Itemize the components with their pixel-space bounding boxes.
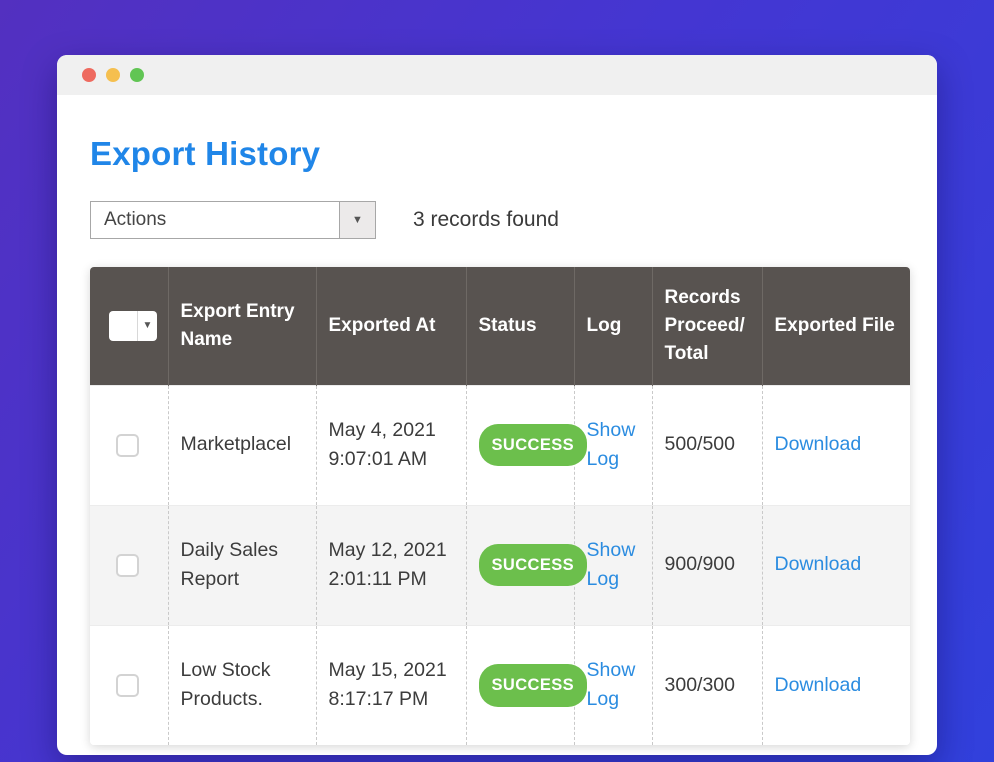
status-badge: SUCCESS — [479, 544, 588, 587]
download-link[interactable]: Download — [775, 553, 862, 575]
page-title: Export History — [90, 135, 907, 173]
chevron-down-icon[interactable]: ▼ — [138, 311, 157, 341]
cell-file: Download — [762, 625, 910, 745]
cell-records: 300/300 — [652, 625, 762, 745]
select-all-checkbox[interactable] — [109, 311, 137, 341]
status-badge: SUCCESS — [479, 664, 588, 707]
records-count: 3 records found — [413, 208, 559, 232]
close-button[interactable] — [82, 68, 96, 82]
cell-exported-at: May 12, 2021 2:01:11 PM — [316, 505, 466, 625]
table-row: Low Stock Products. May 15, 2021 8:17:17… — [90, 625, 910, 745]
cell-records: 900/900 — [652, 505, 762, 625]
chevron-down-icon: ▼ — [352, 215, 363, 226]
download-link[interactable]: Download — [775, 674, 862, 696]
column-header-records: Records Proceed/ Total — [652, 267, 762, 385]
table-row: Daily Sales Report May 12, 2021 2:01:11 … — [90, 505, 910, 625]
cell-file: Download — [762, 505, 910, 625]
table-header-row: ▼ Export Entry Name Exported At Status L… — [90, 267, 910, 385]
select-all-control[interactable]: ▼ — [109, 311, 157, 341]
actions-dropdown[interactable]: Actions ▼ — [90, 201, 376, 239]
cell-file: Download — [762, 385, 910, 505]
cell-select — [90, 385, 168, 505]
cell-entry-name: Marketplacel — [168, 385, 316, 505]
cell-select — [90, 505, 168, 625]
cell-status: SUCCESS — [466, 505, 574, 625]
minimize-button[interactable] — [106, 68, 120, 82]
toolbar: Actions ▼ 3 records found — [90, 201, 907, 239]
row-checkbox[interactable] — [116, 674, 139, 697]
status-badge: SUCCESS — [479, 424, 588, 467]
show-log-link[interactable]: Show Log — [587, 539, 636, 590]
actions-dropdown-value[interactable]: Actions — [90, 201, 340, 239]
cell-status: SUCCESS — [466, 625, 574, 745]
cell-records: 500/500 — [652, 385, 762, 505]
show-log-link[interactable]: Show Log — [587, 419, 636, 470]
table-row: Marketplacel May 4, 2021 9:07:01 AM SUCC… — [90, 385, 910, 505]
column-header-status: Status — [466, 267, 574, 385]
download-link[interactable]: Download — [775, 433, 862, 455]
cell-entry-name: Daily Sales Report — [168, 505, 316, 625]
page-content: Export History Actions ▼ 3 records found — [57, 95, 937, 745]
export-history-table: ▼ Export Entry Name Exported At Status L… — [90, 267, 910, 745]
actions-dropdown-button[interactable]: ▼ — [339, 201, 376, 239]
cell-select — [90, 625, 168, 745]
maximize-button[interactable] — [130, 68, 144, 82]
show-log-link[interactable]: Show Log — [587, 659, 636, 710]
column-header-name: Export Entry Name — [168, 267, 316, 385]
cell-exported-at: May 15, 2021 8:17:17 PM — [316, 625, 466, 745]
window-titlebar — [57, 55, 937, 95]
app-window: Export History Actions ▼ 3 records found — [57, 55, 937, 755]
row-checkbox[interactable] — [116, 554, 139, 577]
cell-status: SUCCESS — [466, 385, 574, 505]
cell-entry-name: Low Stock Products. — [168, 625, 316, 745]
column-header-log: Log — [574, 267, 652, 385]
cell-exported-at: May 4, 2021 9:07:01 AM — [316, 385, 466, 505]
column-header-exported-at: Exported At — [316, 267, 466, 385]
row-checkbox[interactable] — [116, 434, 139, 457]
column-header-file: Exported File — [762, 267, 910, 385]
column-header-select: ▼ — [90, 267, 168, 385]
